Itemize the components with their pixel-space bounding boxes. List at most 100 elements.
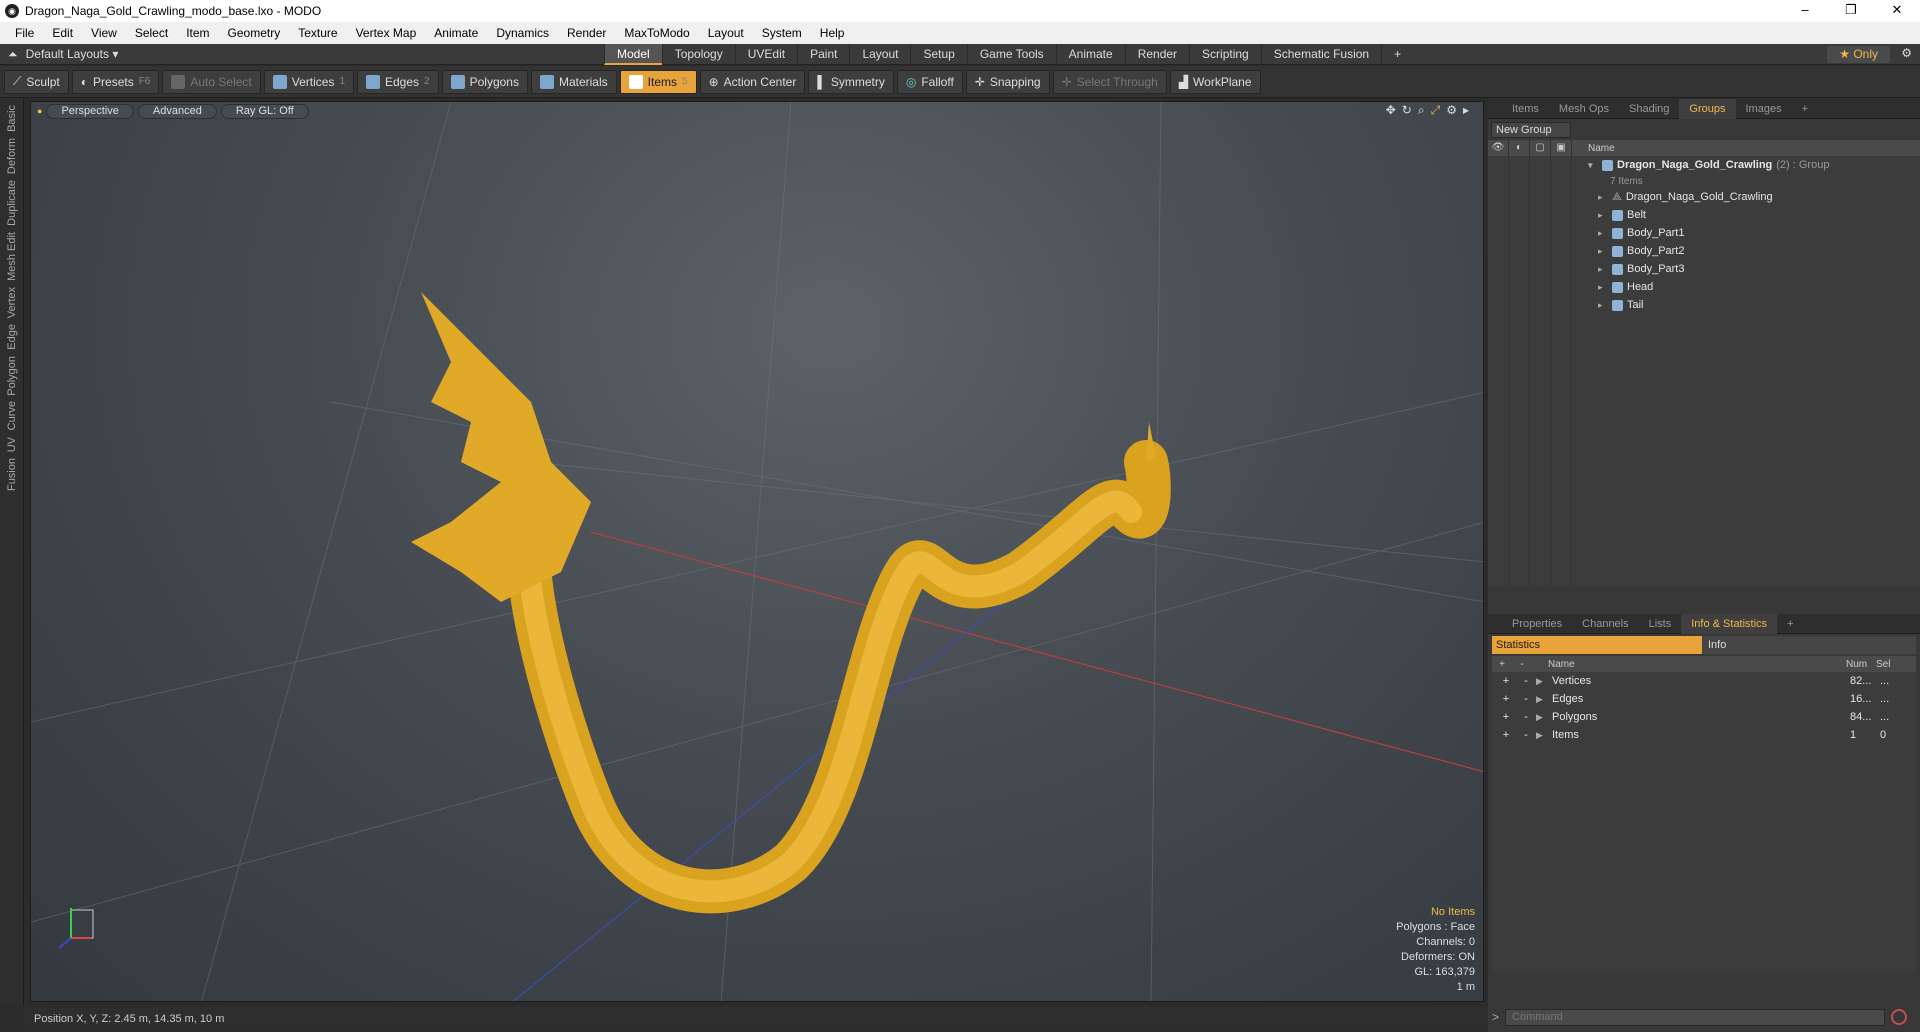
rotate-icon[interactable]: ↻ (1402, 103, 1412, 118)
strip-tab-fusion[interactable]: Fusion (6, 458, 18, 491)
auto-select-button[interactable]: Auto Select (162, 69, 261, 94)
select-column-icon[interactable]: ▣ (1551, 140, 1572, 156)
edges-button[interactable]: Edges 2 (357, 69, 439, 94)
tab-topology[interactable]: Topology (661, 44, 735, 65)
list-item[interactable]: ▸ Body_Part3 (1588, 260, 1829, 278)
tab-paint[interactable]: Paint (797, 44, 849, 65)
menu-view[interactable]: View (82, 26, 126, 40)
materials-button[interactable]: Materials (530, 69, 617, 94)
symmetry-button[interactable]: ▌ Symmetry (808, 69, 894, 94)
pan-icon[interactable]: ✥ (1386, 103, 1396, 118)
list-item[interactable]: ▸ Body_Part1 (1588, 224, 1829, 242)
expand-arrow-icon[interactable]: ▶ (1536, 676, 1552, 687)
3d-viewport[interactable]: ● Perspective Advanced Ray GL: Off ✥ ↻ ⌕… (30, 101, 1484, 1002)
tab-animate[interactable]: Animate (1055, 44, 1125, 65)
maximize-button[interactable]: ❐ (1828, 0, 1874, 22)
menu-maxtomodo[interactable]: MaxToModo (615, 26, 698, 40)
tab-lists[interactable]: Lists (1639, 614, 1682, 634)
sculpt-button[interactable]: ⟋ Sculpt (4, 69, 69, 94)
tab-shading[interactable]: Shading (1619, 99, 1679, 119)
strip-tab-duplicate[interactable]: Duplicate (6, 180, 18, 226)
row-minus-icon[interactable]: - (1516, 711, 1536, 723)
workplane-button[interactable]: ▟ WorkPlane (1169, 69, 1261, 94)
row-minus-icon[interactable]: - (1516, 675, 1536, 687)
tab-channels[interactable]: Channels (1572, 614, 1638, 634)
expand-arrow-icon[interactable]: ▶ (1536, 694, 1552, 705)
info-subtab[interactable]: Info (1702, 636, 1916, 654)
strip-tab-edge[interactable]: Edge (6, 324, 18, 350)
dragon-naga-model[interactable] (411, 292, 1171, 914)
polygons-button[interactable]: Polygons (441, 69, 528, 94)
list-item[interactable]: ▸ Body_Part2 (1588, 242, 1829, 260)
lock-column-icon[interactable]: ▢ (1530, 140, 1551, 156)
tab-mesh-ops[interactable]: Mesh Ops (1549, 99, 1619, 119)
minimize-button[interactable]: – (1782, 0, 1828, 22)
expand-arrow-icon[interactable]: ▶ (1536, 730, 1552, 741)
add-stats-tab-button[interactable]: + (1777, 614, 1803, 634)
fit-icon[interactable]: ⤢ (1431, 103, 1441, 118)
add-panel-tab-button[interactable]: + (1792, 99, 1818, 119)
raygl-button[interactable]: Ray GL: Off (220, 103, 309, 119)
strip-tab-mesh-edit[interactable]: Mesh Edit (6, 232, 18, 281)
strip-tab-uv[interactable]: UV (6, 437, 18, 452)
strip-tab-vertex[interactable]: Vertex (6, 287, 18, 318)
layout-dropdown[interactable]: Default Layouts ▾ (26, 47, 119, 61)
expand-arrow-icon[interactable]: ▸ (1463, 103, 1469, 118)
tab-game-tools[interactable]: Game Tools (966, 44, 1056, 65)
table-row[interactable]: + - ▶ Polygons 84... ... (1496, 708, 1912, 726)
row-plus-icon[interactable]: + (1496, 711, 1516, 723)
menu-layout[interactable]: Layout (699, 26, 753, 40)
row-plus-icon[interactable]: + (1496, 675, 1516, 687)
viewport-settings-icon[interactable]: ⚙ (1446, 103, 1457, 118)
list-item[interactable]: ▸ Tail (1588, 296, 1829, 314)
menu-texture[interactable]: Texture (289, 26, 346, 40)
list-item[interactable]: ▸ ⟁ Dragon_Naga_Gold_Crawling (1588, 188, 1829, 206)
menu-geometry[interactable]: Geometry (219, 26, 290, 40)
menu-system[interactable]: System (753, 26, 811, 40)
new-group-button[interactable]: New Group (1491, 122, 1571, 138)
table-row[interactable]: + - ▶ Edges 16... ... (1496, 690, 1912, 708)
row-minus-icon[interactable]: - (1516, 693, 1536, 705)
tab-info-statistics[interactable]: Info & Statistics (1681, 613, 1778, 634)
collapse-arrow-icon[interactable]: ▾ (1588, 160, 1598, 171)
select-through-button[interactable]: ✛ Select Through (1052, 69, 1167, 94)
tab-schematic-fusion[interactable]: Schematic Fusion (1260, 44, 1381, 65)
record-icon[interactable] (1891, 1009, 1908, 1025)
menu-dynamics[interactable]: Dynamics (487, 26, 558, 40)
zoom-icon[interactable]: ⌕ (1418, 103, 1425, 118)
only-button[interactable]: ★ Only (1827, 46, 1890, 63)
tab-items[interactable]: Items (1502, 99, 1549, 119)
presets-button[interactable]: ◐ Presets F6 (71, 69, 160, 94)
tab-layout[interactable]: Layout (849, 44, 910, 65)
menu-edit[interactable]: Edit (43, 26, 82, 40)
add-tab-button[interactable]: + (1381, 44, 1413, 65)
snapping-button[interactable]: ✛ Snapping (965, 69, 1050, 94)
list-item[interactable]: ▸ Belt (1588, 206, 1829, 224)
tab-properties[interactable]: Properties (1502, 614, 1572, 634)
tab-uvedit[interactable]: UVEdit (734, 44, 797, 65)
tab-setup[interactable]: Setup (910, 44, 966, 65)
list-item[interactable]: ▸ Head (1588, 278, 1829, 296)
menu-animate[interactable]: Animate (425, 26, 487, 40)
menu-item[interactable]: Item (177, 26, 218, 40)
close-button[interactable]: ✕ (1874, 0, 1920, 22)
menu-help[interactable]: Help (811, 26, 854, 40)
falloff-button[interactable]: ◎ Falloff (896, 69, 963, 94)
view-type-button[interactable]: Perspective (46, 103, 134, 119)
command-input[interactable] (1505, 1008, 1886, 1026)
layout-collapse-icon[interactable]: ⏶ (8, 47, 18, 62)
menu-select[interactable]: Select (126, 26, 177, 40)
tab-scripting[interactable]: Scripting (1189, 44, 1261, 65)
strip-tab-deform[interactable]: Deform (6, 138, 18, 174)
row-plus-icon[interactable]: + (1496, 693, 1516, 705)
menu-file[interactable]: File (6, 26, 43, 40)
table-row[interactable]: + - ▶ Vertices 82... ... (1496, 672, 1912, 690)
row-plus-icon[interactable]: + (1496, 729, 1516, 741)
menu-vertex-map[interactable]: Vertex Map (347, 26, 426, 40)
vertices-button[interactable]: Vertices 1 (263, 69, 354, 94)
action-center-button[interactable]: ⊕ Action Center (699, 69, 806, 94)
expand-all-icon[interactable]: + (1492, 659, 1512, 670)
tab-images[interactable]: Images (1736, 99, 1792, 119)
tab-groups[interactable]: Groups (1679, 98, 1736, 119)
strip-tab-basic[interactable]: Basic (6, 105, 18, 132)
